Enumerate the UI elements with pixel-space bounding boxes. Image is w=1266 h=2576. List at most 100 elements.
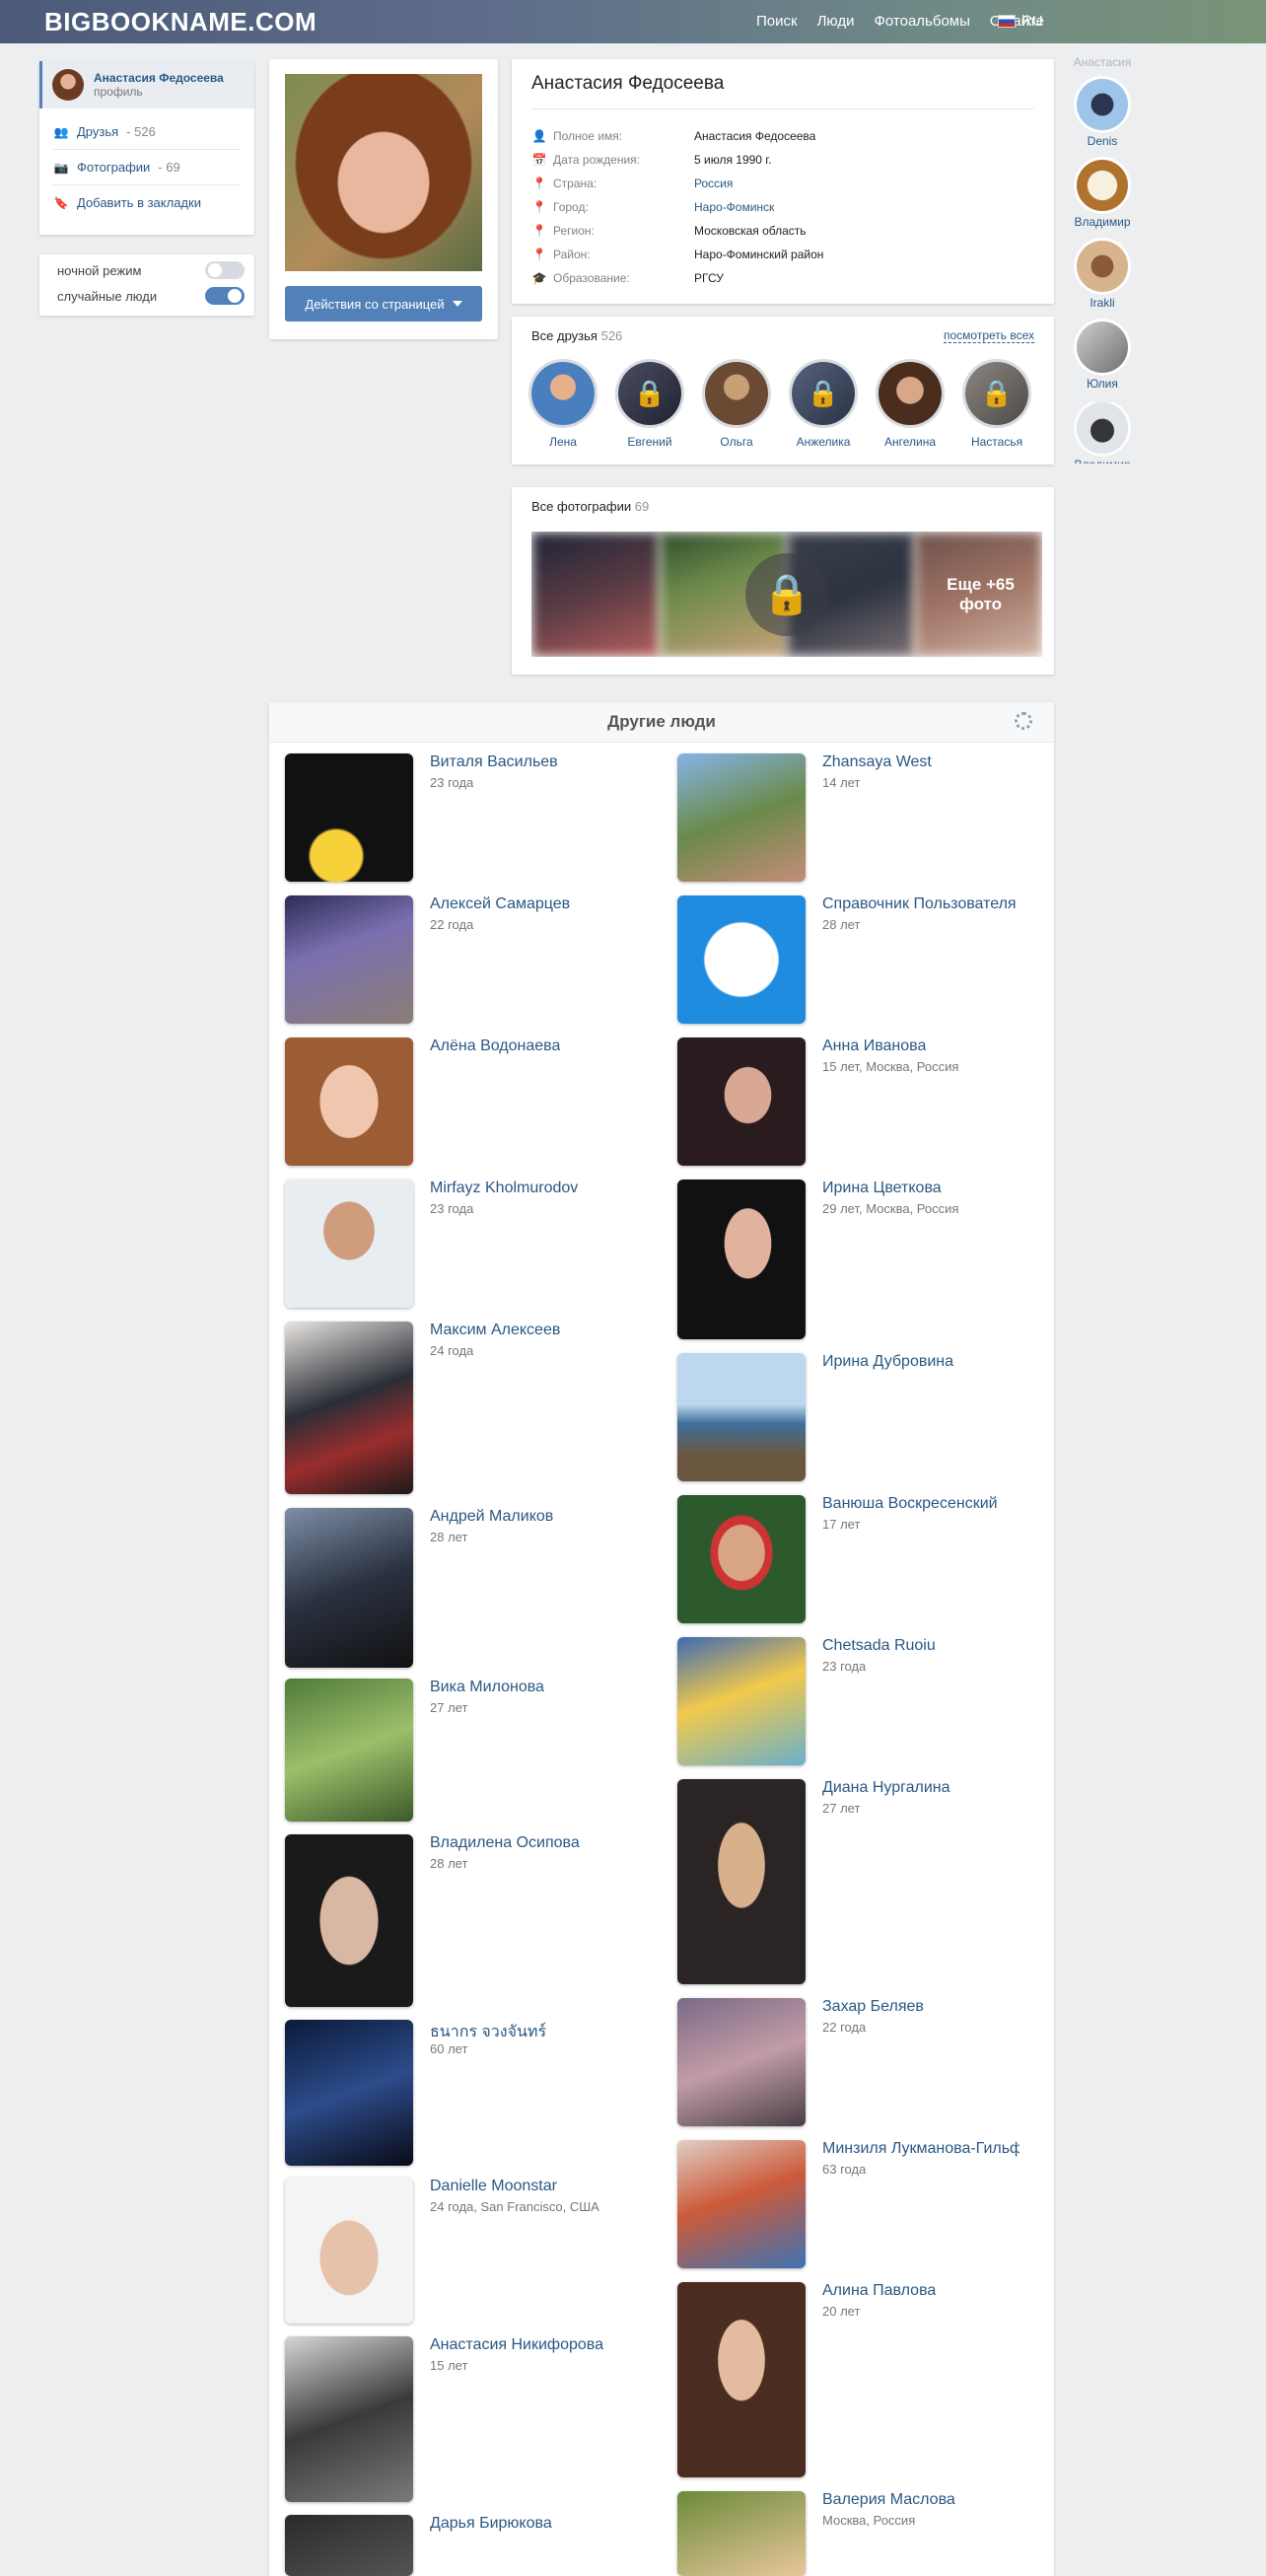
person-item[interactable]: Chetsada Ruoiu 23 года — [677, 1637, 1052, 1765]
right-column-user[interactable]: Владимир — [1064, 402, 1141, 464]
person-item[interactable]: Ирина Цветкова 29 лет, Москва, Россия — [677, 1180, 1052, 1339]
info-value[interactable]: Россия — [694, 177, 733, 190]
friend-item[interactable]: Лена — [524, 362, 602, 449]
person-item[interactable]: Danielle Moonstar 24 года, San Francisco,… — [285, 2178, 660, 2324]
friend-avatar[interactable]: 🔒 — [792, 362, 855, 425]
person-name[interactable]: Диана Нургалина — [822, 1779, 950, 1797]
person-item[interactable]: Валерия Маслова Москва, Россия — [677, 2491, 1052, 2576]
person-name[interactable]: Дарья Бирюкова — [430, 2515, 552, 2533]
person-name[interactable]: Mirfayz Kholmurodov — [430, 1180, 578, 1197]
friend-item[interactable]: Ольга — [697, 362, 776, 449]
person-photo[interactable] — [677, 2282, 806, 2477]
person-item[interactable]: Захар Беляев 22 года — [677, 1998, 1052, 2126]
friend-item[interactable]: 🔒 Анжелика — [784, 362, 863, 449]
person-photo[interactable] — [285, 2178, 413, 2324]
person-photo[interactable] — [677, 753, 806, 882]
person-name[interactable]: Chetsada Ruoiu — [822, 1637, 936, 1655]
person-photo[interactable] — [677, 2491, 806, 2576]
avatar[interactable] — [1077, 160, 1128, 211]
right-column-name[interactable]: Владимир — [1064, 458, 1141, 464]
friends-heading[interactable]: Все друзья 526 — [531, 328, 622, 343]
person-name[interactable]: Валерия Маслова — [822, 2491, 955, 2509]
friend-name[interactable]: Ангелина — [871, 435, 950, 449]
avatar[interactable] — [1077, 79, 1128, 130]
friend-name[interactable]: Настасья — [957, 435, 1036, 449]
person-photo[interactable] — [285, 2515, 413, 2576]
photos-strip[interactable]: 🔒 Еще +65 фото — [531, 532, 1042, 657]
site-logo[interactable]: BIGBOOKNAME.COM — [44, 7, 316, 37]
person-item[interactable]: ธนากร จวงจันทร์ 60 лет — [285, 2020, 660, 2166]
profile-photo[interactable] — [285, 74, 482, 271]
friend-item[interactable]: 🔒 Евгений — [610, 362, 689, 449]
menu-friends[interactable]: 👥 Друзья - 526 — [39, 118, 254, 145]
person-photo[interactable] — [677, 1998, 806, 2126]
friend-avatar[interactable] — [531, 362, 595, 425]
person-item[interactable]: Виталя Васильев 23 года — [285, 753, 660, 882]
person-name[interactable]: Анастасия Никифорова — [430, 2336, 603, 2354]
person-item[interactable]: Андрей Маликов 28 лет — [285, 1508, 660, 1668]
gear-icon[interactable] — [1015, 712, 1032, 730]
person-item[interactable]: Алина Павлова 20 лет — [677, 2282, 1052, 2477]
person-photo[interactable] — [285, 1679, 413, 1822]
page-actions-button[interactable]: Действия со страницей — [285, 286, 482, 322]
friend-name[interactable]: Лена — [524, 435, 602, 449]
info-value[interactable]: Наро-Фоминск — [694, 200, 774, 214]
nav-people[interactable]: Люди — [817, 13, 855, 30]
friend-item[interactable]: Ангелина — [871, 362, 950, 449]
menu-profile-link[interactable]: Анастасия Федосеева профиль — [39, 61, 254, 108]
person-name[interactable]: Минзиля Лукманова-Гильфанова — [822, 2140, 1020, 2158]
right-column-user[interactable]: Юлия — [1064, 322, 1141, 391]
friend-name[interactable]: Анжелика — [784, 435, 863, 449]
person-item[interactable]: Дарья Бирюкова — [285, 2515, 660, 2576]
person-photo[interactable] — [677, 1495, 806, 1623]
person-item[interactable]: Ирина Дубровина — [677, 1353, 1052, 1481]
right-column-name[interactable]: Владимир — [1064, 215, 1141, 229]
person-photo[interactable] — [285, 2020, 413, 2166]
person-photo[interactable] — [677, 1637, 806, 1765]
person-photo[interactable] — [677, 1038, 806, 1166]
friend-avatar[interactable]: 🔒 — [618, 362, 681, 425]
night-mode-toggle[interactable] — [205, 261, 245, 279]
right-column-name[interactable]: Юлия — [1064, 377, 1141, 391]
right-column-user[interactable]: Владимир — [1064, 160, 1141, 229]
friend-name[interactable]: Ольга — [697, 435, 776, 449]
person-photo[interactable] — [677, 895, 806, 1024]
person-name[interactable]: Danielle Moonstar — [430, 2178, 557, 2195]
menu-bookmark[interactable]: 🔖 Добавить в закладки — [39, 189, 254, 216]
person-item[interactable]: Анна Иванова 15 лет, Москва, Россия — [677, 1038, 1052, 1166]
person-item[interactable]: Zhansaya West 14 лет — [677, 753, 1052, 882]
person-name[interactable]: Максим Алексеев — [430, 1322, 560, 1339]
avatar[interactable] — [1077, 241, 1128, 292]
person-item[interactable]: Минзиля Лукманова-Гильфанова 63 года — [677, 2140, 1052, 2268]
person-name[interactable]: Анна Иванова — [822, 1038, 926, 1055]
person-item[interactable]: Ванюша Воскресенский 17 лет — [677, 1495, 1052, 1623]
person-name[interactable]: Ирина Цветкова — [822, 1180, 942, 1197]
person-photo[interactable] — [285, 1508, 413, 1668]
language-selector[interactable]: RU — [998, 13, 1043, 30]
random-people-toggle[interactable] — [205, 287, 245, 305]
menu-photos[interactable]: 📷 Фотографии - 69 — [39, 154, 254, 180]
right-column-name[interactable]: Denis — [1064, 134, 1141, 148]
avatar[interactable] — [1077, 322, 1128, 373]
person-item[interactable]: Алексей Самарцев 22 года — [285, 895, 660, 1024]
person-name[interactable]: Алёна Водонаева — [430, 1038, 560, 1055]
nav-search[interactable]: Поиск — [756, 13, 798, 30]
person-photo[interactable] — [285, 895, 413, 1024]
friend-avatar[interactable] — [705, 362, 768, 425]
person-item[interactable]: Анастасия Никифорова 15 лет — [285, 2336, 660, 2502]
person-name[interactable]: Ванюша Воскресенский — [822, 1495, 998, 1513]
person-item[interactable]: Владилена Осипова 28 лет — [285, 1834, 660, 2007]
person-name[interactable]: Zhansaya West — [822, 753, 932, 771]
person-name[interactable]: Справочник Пользователя — [822, 895, 1017, 913]
person-photo[interactable] — [677, 2140, 806, 2268]
person-item[interactable]: Диана Нургалина 27 лет — [677, 1779, 1052, 1984]
person-name[interactable]: Ирина Дубровина — [822, 1353, 953, 1371]
person-item[interactable]: Алёна Водонаева — [285, 1038, 660, 1166]
person-photo[interactable] — [677, 1779, 806, 1984]
more-photos-overlay[interactable]: Еще +65 фото — [919, 532, 1042, 657]
avatar[interactable] — [1077, 402, 1128, 454]
person-photo[interactable] — [677, 1180, 806, 1339]
person-photo[interactable] — [285, 753, 413, 882]
person-item[interactable]: Mirfayz Kholmurodov 23 года — [285, 1180, 660, 1308]
nav-albums[interactable]: Фотоальбомы — [874, 13, 969, 30]
